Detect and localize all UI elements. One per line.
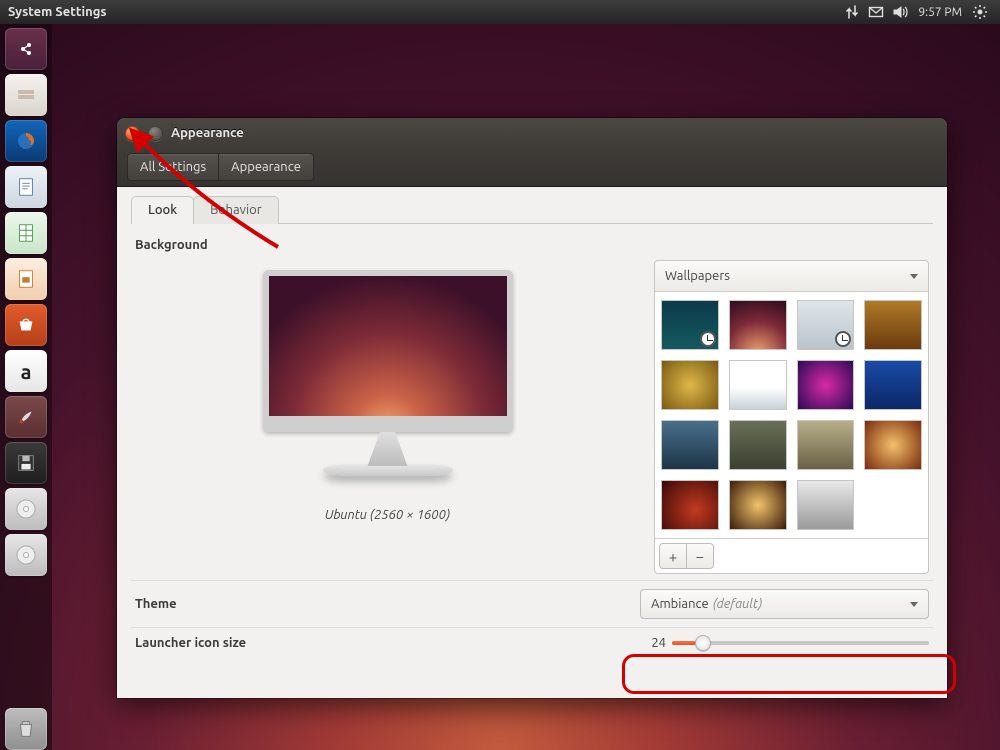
theme-select[interactable]: Ambiance (default) bbox=[640, 589, 929, 619]
launcher-size-label: Launcher icon size bbox=[135, 636, 640, 650]
breadcrumb-appearance[interactable]: Appearance bbox=[218, 153, 314, 181]
wallpaper-thumb[interactable] bbox=[729, 300, 787, 350]
window-close-button[interactable] bbox=[125, 126, 140, 141]
wallpaper-thumb[interactable] bbox=[729, 420, 787, 470]
window-toolbar: All Settings Appearance bbox=[117, 148, 947, 187]
clock-badge-icon bbox=[700, 331, 716, 347]
tab-behavior[interactable]: Behavior bbox=[193, 196, 279, 224]
mail-icon[interactable] bbox=[864, 4, 888, 20]
launcher-floppy[interactable] bbox=[5, 442, 47, 484]
window-titlebar[interactable]: Appearance bbox=[117, 118, 947, 148]
wallpaper-thumb[interactable] bbox=[864, 300, 922, 350]
launcher-software[interactable] bbox=[5, 304, 47, 346]
theme-default-suffix: (default) bbox=[713, 597, 763, 611]
wallpaper-source-value: Wallpapers bbox=[665, 269, 730, 283]
clock[interactable]: 9:57 PM bbox=[912, 6, 968, 19]
launcher-dash[interactable] bbox=[5, 28, 47, 70]
wallpaper-thumb[interactable] bbox=[797, 300, 855, 350]
chevron-down-icon bbox=[910, 602, 918, 607]
wallpaper-thumb[interactable] bbox=[797, 480, 855, 530]
wallpaper-thumb[interactable] bbox=[797, 360, 855, 410]
wallpaper-grid bbox=[655, 292, 928, 538]
window-title: Appearance bbox=[171, 126, 244, 140]
launcher-files[interactable] bbox=[5, 74, 47, 116]
unity-launcher: a bbox=[0, 24, 52, 750]
wallpaper-remove-button[interactable]: − bbox=[687, 543, 714, 569]
app-title: System Settings bbox=[8, 5, 107, 19]
launcher-size-slider[interactable] bbox=[672, 641, 929, 645]
launcher-impress[interactable] bbox=[5, 258, 47, 300]
launcher-amazon[interactable]: a bbox=[5, 350, 47, 392]
window-minimize-button[interactable] bbox=[148, 126, 163, 141]
launcher-disc-1[interactable] bbox=[5, 488, 47, 530]
breadcrumb-all-settings[interactable]: All Settings bbox=[127, 153, 219, 181]
network-icon[interactable] bbox=[840, 4, 864, 20]
launcher-disc-2[interactable] bbox=[5, 534, 47, 576]
wallpaper-thumb[interactable] bbox=[661, 480, 719, 530]
tab-look[interactable]: Look bbox=[131, 196, 194, 224]
background-caption: Ubuntu (2560 × 1600) bbox=[325, 508, 450, 522]
wallpaper-source-select[interactable]: Wallpapers bbox=[655, 261, 928, 292]
wallpaper-thumb[interactable] bbox=[661, 300, 719, 350]
launcher-trash[interactable] bbox=[5, 708, 47, 750]
background-label: Background bbox=[135, 238, 929, 252]
wallpaper-thumb[interactable] bbox=[661, 420, 719, 470]
wallpaper-picker: Wallpapers + − bbox=[654, 260, 929, 574]
volume-icon[interactable] bbox=[888, 4, 912, 20]
top-menubar: System Settings 9:57 PM bbox=[0, 0, 1000, 24]
theme-value: Ambiance bbox=[651, 597, 709, 611]
launcher-size-value: 24 bbox=[640, 636, 666, 650]
background-preview: Ubuntu (2560 × 1600) bbox=[135, 260, 640, 522]
wallpaper-thumb[interactable] bbox=[864, 420, 922, 470]
tab-strip: Look Behavior bbox=[131, 195, 933, 224]
monitor-icon bbox=[263, 270, 513, 432]
wallpaper-thumb[interactable] bbox=[797, 420, 855, 470]
wallpaper-thumb[interactable] bbox=[729, 480, 787, 530]
launcher-firefox[interactable] bbox=[5, 120, 47, 162]
wallpaper-thumb[interactable] bbox=[864, 360, 922, 410]
launcher-size-control: 24 bbox=[640, 636, 929, 650]
session-gear-icon[interactable] bbox=[968, 4, 992, 20]
chevron-down-icon bbox=[910, 274, 918, 279]
wallpaper-thumb[interactable] bbox=[661, 360, 719, 410]
clock-badge-icon bbox=[835, 331, 851, 347]
wallpaper-add-button[interactable]: + bbox=[659, 543, 687, 569]
launcher-settings[interactable] bbox=[5, 396, 47, 438]
wallpaper-thumb[interactable] bbox=[729, 360, 787, 410]
appearance-window: Appearance All Settings Appearance Look … bbox=[117, 118, 947, 698]
launcher-calc[interactable] bbox=[5, 212, 47, 254]
theme-label: Theme bbox=[135, 597, 640, 611]
launcher-writer[interactable] bbox=[5, 166, 47, 208]
